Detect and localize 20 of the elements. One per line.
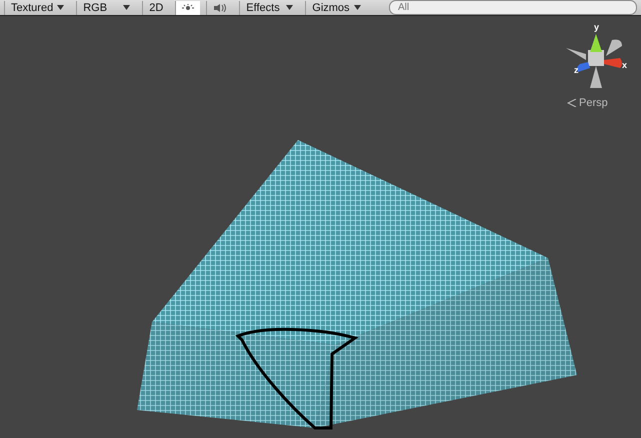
dropdown-button[interactable]: Effects <box>239 0 300 14</box>
search-field[interactable]: All <box>389 0 637 15</box>
axis-label: y <box>594 22 600 32</box>
toggle-button[interactable]: 2D <box>142 0 170 14</box>
axis-label: z <box>574 65 578 75</box>
dropdown-button[interactable]: RGB <box>76 0 136 14</box>
projection-toggle[interactable]: Persp <box>567 97 608 109</box>
axis-label: x <box>622 60 628 70</box>
caret-icon <box>57 5 64 10</box>
sun-icon <box>182 4 194 12</box>
caret-icon <box>286 5 294 10</box>
orientation-gizmo[interactable] <box>566 34 622 88</box>
projection-label: Persp <box>579 97 608 109</box>
dropdown-button[interactable]: Gizmos <box>305 0 367 14</box>
caret-icon <box>123 5 130 10</box>
dropdown-button[interactable]: Textured <box>4 0 70 14</box>
lighting-toggle[interactable] <box>175 0 200 14</box>
caret-icon <box>354 5 361 10</box>
chevron-icon <box>567 99 577 107</box>
speaker-icon <box>213 4 228 12</box>
